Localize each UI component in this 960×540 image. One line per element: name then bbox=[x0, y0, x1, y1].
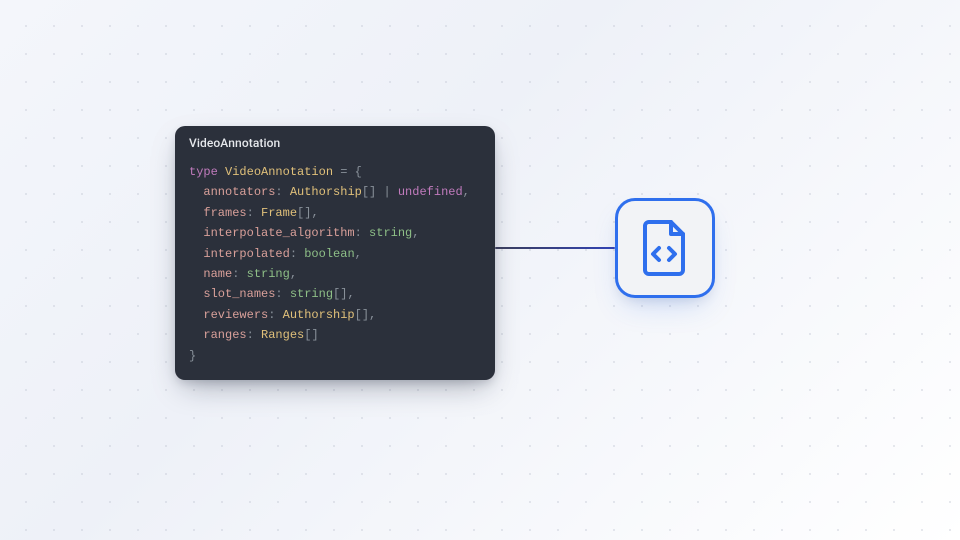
code-card: VideoAnnotation type VideoAnnotation = {… bbox=[175, 126, 495, 380]
code-file-icon bbox=[639, 218, 691, 278]
field-name: slot_names bbox=[203, 287, 275, 301]
type-name: VideoAnnotation bbox=[225, 165, 333, 179]
code-block: type VideoAnnotation = { annotators: Aut… bbox=[175, 158, 495, 380]
code-card-title: VideoAnnotation bbox=[175, 126, 495, 158]
field-name: ranges bbox=[203, 328, 246, 342]
keyword-type: type bbox=[189, 165, 218, 179]
field-name: reviewers bbox=[203, 308, 268, 322]
field-name: interpolated bbox=[203, 247, 289, 261]
field-name: annotators bbox=[203, 185, 275, 199]
field-name: frames bbox=[203, 206, 246, 220]
field-name: interpolate_algorithm bbox=[203, 226, 354, 240]
field-name: name bbox=[203, 267, 232, 281]
icon-tile bbox=[615, 198, 715, 298]
connector-line bbox=[495, 247, 615, 249]
diagram-canvas: VideoAnnotation type VideoAnnotation = {… bbox=[0, 0, 960, 540]
